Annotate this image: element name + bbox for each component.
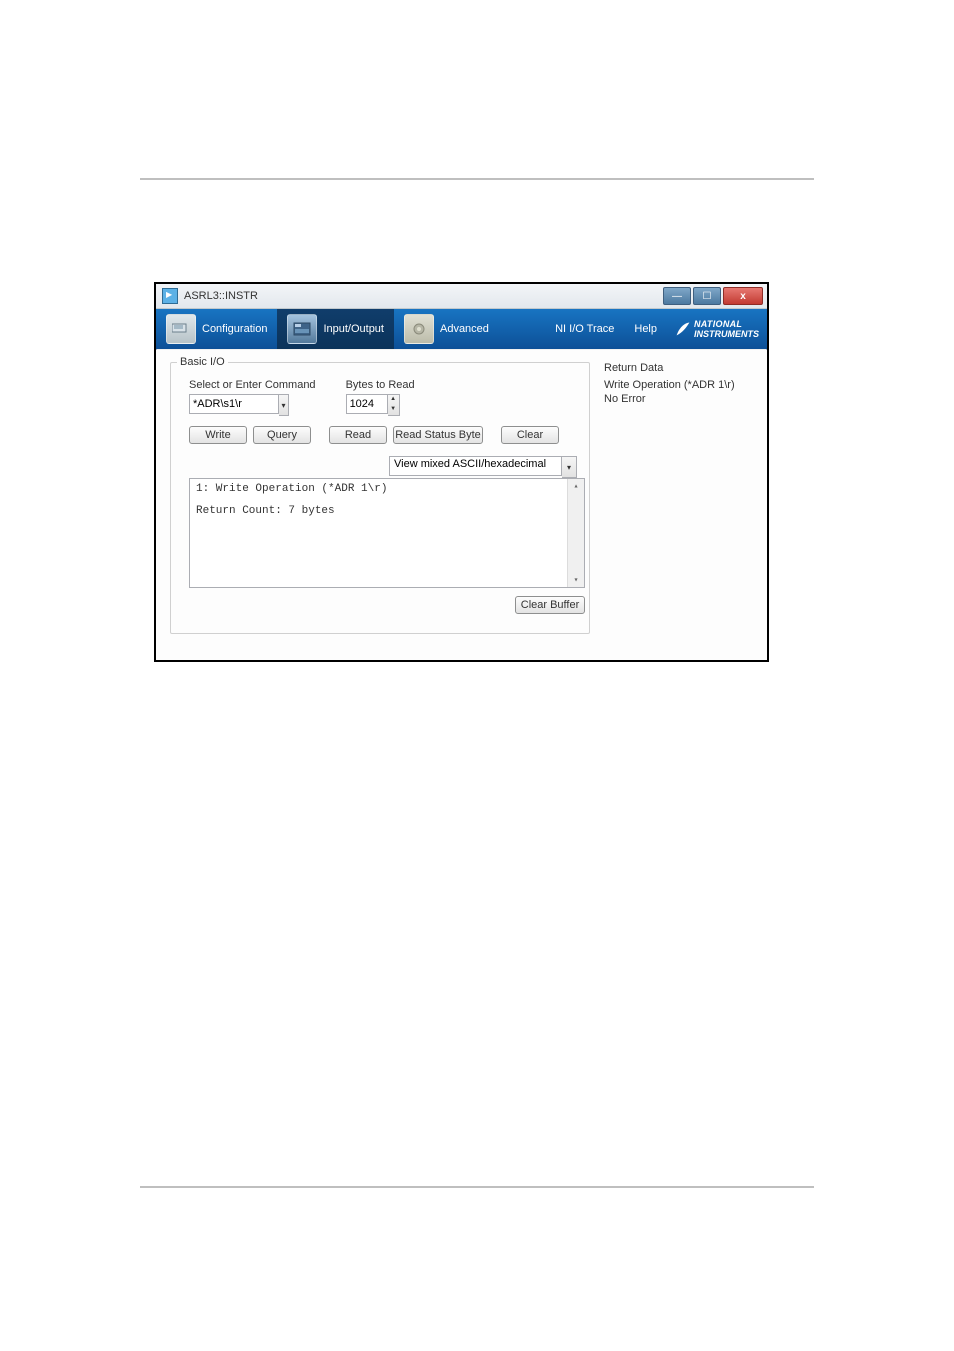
tab-advanced[interactable]: Advanced <box>394 309 499 349</box>
tab-label: Advanced <box>440 323 489 335</box>
log-line: 1: Write Operation (*ADR 1\r) <box>196 483 578 495</box>
log-line: Return Count: 7 bytes <box>196 505 578 517</box>
command-label: Select or Enter Command <box>189 379 316 391</box>
scroll-down-icon[interactable]: ▾ <box>574 575 579 585</box>
return-data-title: Return Data <box>604 362 757 374</box>
command-input[interactable] <box>189 394 279 414</box>
query-button[interactable]: Query <box>253 426 311 444</box>
bytes-column: Bytes to Read ▲▼ <box>346 379 415 416</box>
tab-label: Input/Output <box>323 323 384 335</box>
ni-logo-text: NATIONAL INSTRUMENTS <box>694 319 759 339</box>
divider-bottom <box>140 1186 814 1188</box>
page: ASRL3::INSTR — ☐ x Configuration Input/O… <box>0 0 954 1351</box>
read-button[interactable]: Read <box>329 426 387 444</box>
window-buttons: — ☐ x <box>663 287 763 305</box>
bytes-spinner[interactable]: ▲▼ <box>346 394 400 416</box>
fieldset-legend: Basic I/O <box>177 356 228 368</box>
ni-swoosh-icon <box>675 321 691 337</box>
window-title: ASRL3::INSTR <box>184 290 663 302</box>
bytes-label: Bytes to Read <box>346 379 415 391</box>
titlebar: ASRL3::INSTR — ☐ x <box>156 284 767 309</box>
basic-io-panel: Basic I/O Select or Enter Command ▾ Byte… <box>170 362 590 634</box>
view-mode-select[interactable]: View mixed ASCII/hexadecimal ▾ <box>389 456 577 478</box>
chevron-down-icon[interactable]: ▾ <box>562 456 577 478</box>
tab-label: Configuration <box>202 323 267 335</box>
divider-top <box>140 178 814 180</box>
scroll-up-icon[interactable]: ▴ <box>574 481 579 491</box>
view-mode-row: View mixed ASCII/hexadecimal ▾ <box>189 456 577 478</box>
link-label: NI I/O Trace <box>555 323 614 335</box>
read-status-byte-button[interactable]: Read Status Byte <box>393 426 483 444</box>
link-label: Help <box>634 323 657 335</box>
command-column: Select or Enter Command ▾ <box>189 379 316 416</box>
scrollbar[interactable]: ▴ ▾ <box>567 479 584 587</box>
log-output[interactable]: 1: Write Operation (*ADR 1\r) Return Cou… <box>189 478 585 588</box>
ni-logo: NATIONAL INSTRUMENTS <box>667 319 767 339</box>
command-combo[interactable]: ▾ <box>189 394 289 416</box>
command-row: Select or Enter Command ▾ Bytes to Read <box>189 379 577 416</box>
tab-configuration[interactable]: Configuration <box>156 309 277 349</box>
return-data-line: Write Operation (*ADR 1\r) <box>604 378 757 392</box>
chevron-down-icon[interactable]: ▾ <box>279 394 289 416</box>
toolbar: Configuration Input/Output Advanced NI I… <box>156 309 767 349</box>
app-icon <box>162 288 178 304</box>
return-data-panel: Return Data Write Operation (*ADR 1\r) N… <box>604 362 757 406</box>
clear-buffer-button[interactable]: Clear Buffer <box>515 596 585 614</box>
content-area: Basic I/O Select or Enter Command ▾ Byte… <box>156 350 767 660</box>
help-link[interactable]: Help <box>624 309 667 349</box>
tab-input-output[interactable]: Input/Output <box>277 309 394 349</box>
return-data-line: No Error <box>604 392 757 406</box>
maximize-button[interactable]: ☐ <box>693 287 721 305</box>
view-mode-value: View mixed ASCII/hexadecimal <box>389 456 562 476</box>
configuration-icon <box>166 314 196 344</box>
ni-io-trace-link[interactable]: NI I/O Trace <box>545 309 624 349</box>
bytes-input[interactable] <box>346 394 388 414</box>
minimize-button[interactable]: — <box>663 287 691 305</box>
button-row: Write Query Read Read Status Byte Clear <box>189 426 577 444</box>
clear-button[interactable]: Clear <box>501 426 559 444</box>
basic-io-fieldset: Basic I/O Select or Enter Command ▾ Byte… <box>170 362 590 634</box>
write-button[interactable]: Write <box>189 426 247 444</box>
clear-buffer-row: Clear Buffer <box>189 596 585 614</box>
close-button[interactable]: x <box>723 287 763 305</box>
io-icon <box>287 314 317 344</box>
spinner-buttons[interactable]: ▲▼ <box>388 394 400 416</box>
gear-icon <box>404 314 434 344</box>
application-window: ASRL3::INSTR — ☐ x Configuration Input/O… <box>154 282 769 662</box>
